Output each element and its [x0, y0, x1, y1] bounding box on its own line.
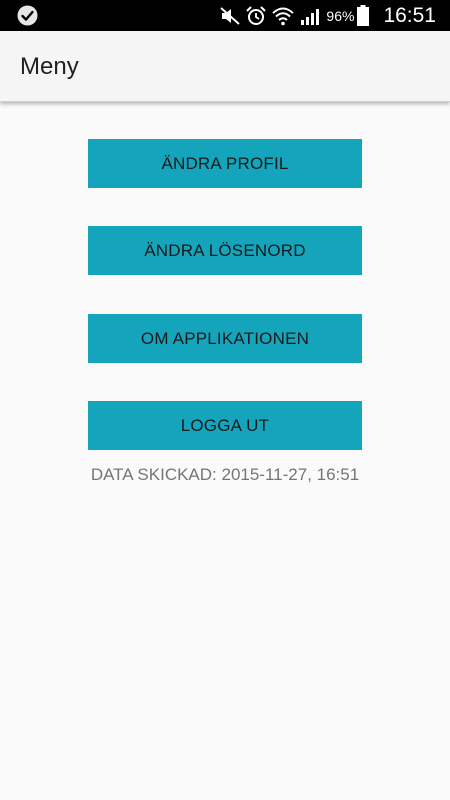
alarm-icon: [246, 5, 267, 25]
menu-content: ÄNDRA PROFIL ÄNDRA LÖSENORD OM APPLIKATI…: [0, 101, 450, 800]
check-notification-icon: [17, 5, 38, 26]
status-bar: 96% 16:51: [0, 0, 450, 31]
change-password-button[interactable]: ÄNDRA LÖSENORD: [88, 226, 362, 275]
mute-icon: [220, 6, 241, 25]
about-app-button[interactable]: OM APPLIKATIONEN: [88, 314, 362, 363]
data-sent-status: DATA SKICKAD: 2015-11-27, 16:51: [90, 465, 360, 484]
page-title: Meny: [20, 53, 79, 80]
status-time: 16:51: [383, 3, 436, 27]
wifi-icon: [272, 7, 295, 25]
logout-button[interactable]: LOGGA UT: [88, 401, 362, 450]
battery-percent: 96%: [326, 7, 355, 24]
battery-icon: [357, 5, 370, 26]
signal-icon: [301, 8, 320, 25]
status-icons: 96% 16:51: [220, 0, 450, 31]
edit-profile-button[interactable]: ÄNDRA PROFIL: [88, 139, 362, 188]
app-bar: Meny: [0, 31, 450, 102]
